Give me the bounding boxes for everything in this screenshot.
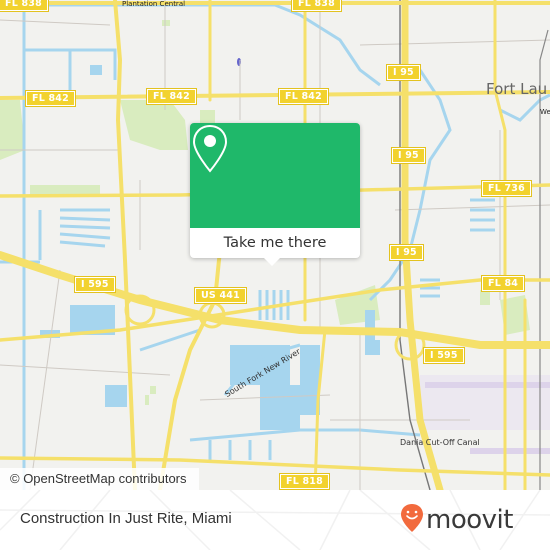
moovit-logo[interactable]: moovit bbox=[400, 503, 513, 537]
moovit-pin-icon bbox=[400, 503, 424, 537]
place-label: Plantation Central bbox=[122, 0, 186, 8]
road-shield-fl842: FL 842 bbox=[278, 88, 329, 105]
road-shield-fl838: FL 838 bbox=[291, 0, 342, 12]
road-shield-i95: I 95 bbox=[386, 64, 421, 81]
road-shield-i595: I 595 bbox=[74, 276, 116, 293]
road-shield-fl842: FL 842 bbox=[146, 88, 197, 105]
take-me-there-button[interactable]: Take me there bbox=[190, 228, 360, 258]
take-me-there-label: Take me there bbox=[223, 235, 327, 251]
river-label: Dania Cut-Off Canal bbox=[400, 438, 480, 447]
map-attribution[interactable]: © OpenStreetMap contributors bbox=[0, 468, 199, 490]
road-shield-fl818: FL 818 bbox=[279, 473, 330, 490]
popup-pointer bbox=[263, 257, 281, 266]
place-title: Construction In Just Rite, Miami bbox=[20, 510, 232, 527]
map-canvas[interactable]: FL 838 FL 838 FL 842 FL 842 FL 842 I 95 … bbox=[0, 0, 550, 490]
place-label: We bbox=[540, 108, 550, 116]
city-label: Fort Lau bbox=[486, 80, 548, 98]
popup-header bbox=[190, 123, 360, 228]
moovit-wordmark: moovit bbox=[426, 505, 513, 535]
road-shield-i95: I 95 bbox=[391, 147, 426, 164]
road-shield-us441: US 441 bbox=[194, 287, 247, 304]
road-shield-i595: I 595 bbox=[423, 347, 465, 364]
road-shield-fl842: FL 842 bbox=[25, 90, 76, 107]
road-shield-fl736: FL 736 bbox=[481, 180, 532, 197]
take-me-there-popup[interactable]: Take me there bbox=[190, 123, 360, 266]
road-shield-i95: I 95 bbox=[389, 244, 424, 261]
road-shield-fl838: FL 838 bbox=[0, 0, 49, 12]
footer: Construction In Just Rite, Miami moovit bbox=[0, 490, 550, 550]
road-shield-fl84: FL 84 bbox=[480, 275, 526, 292]
